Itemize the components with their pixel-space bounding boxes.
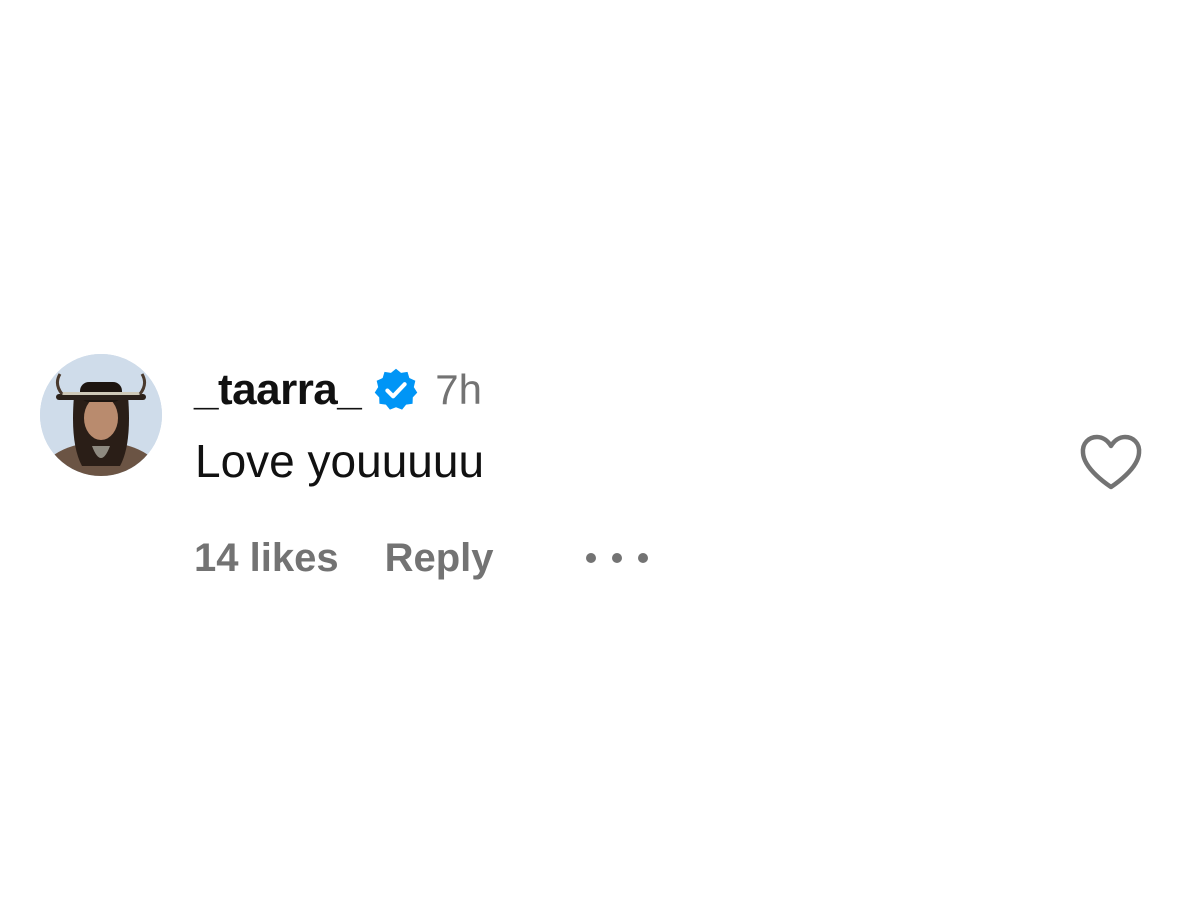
verified-badge-icon bbox=[373, 367, 419, 413]
more-dot bbox=[611, 553, 622, 563]
timestamp[interactable]: 7h bbox=[435, 369, 482, 411]
comment-text: Love youuuuu bbox=[195, 435, 485, 487]
username[interactable]: _taarra_ bbox=[194, 368, 362, 412]
heart-icon[interactable] bbox=[1078, 432, 1144, 492]
more-dot bbox=[637, 553, 648, 563]
comment-header: _taarra_ 7h bbox=[194, 362, 482, 418]
avatar-image bbox=[40, 354, 162, 476]
more-options-icon[interactable] bbox=[585, 548, 648, 568]
more-dot bbox=[585, 553, 596, 563]
comment-actions: 14 likes Reply bbox=[194, 532, 648, 584]
reply-button[interactable]: Reply bbox=[385, 538, 494, 578]
likes-count-button[interactable]: 14 likes bbox=[194, 538, 339, 578]
avatar[interactable] bbox=[40, 354, 162, 476]
comment: _taarra_ 7h Love youuuuu 14 likes Reply bbox=[0, 0, 1200, 900]
